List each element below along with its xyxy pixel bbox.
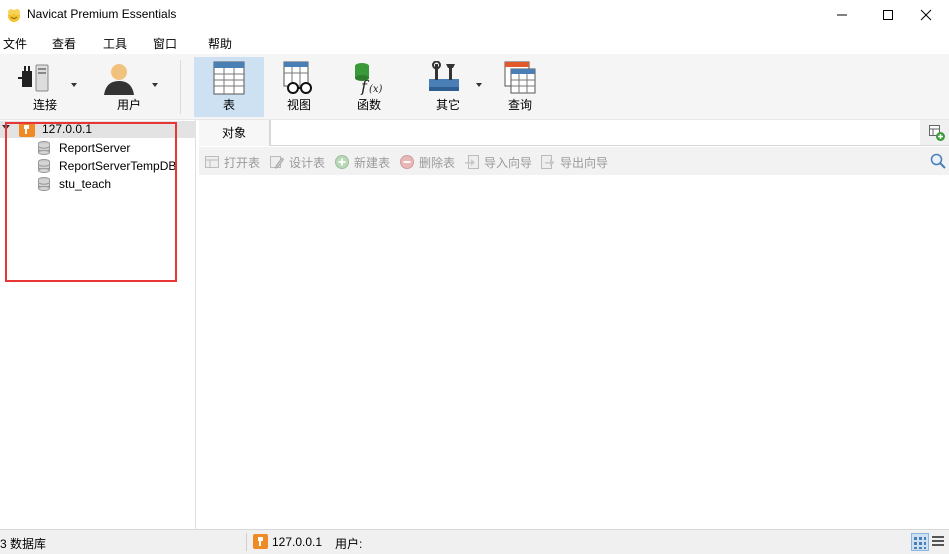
status-connection: 127.0.0.1: [272, 535, 323, 549]
close-icon: [920, 9, 932, 21]
tab-bar: 对象: [199, 120, 949, 146]
database-icon: [38, 141, 50, 155]
close-button[interactable]: [903, 0, 949, 30]
list-view-button[interactable]: [930, 533, 948, 551]
import-icon: [465, 155, 479, 169]
menu-file[interactable]: 文件: [3, 35, 27, 52]
table-label: 表: [222, 98, 235, 112]
database-label: ReportServerTempDB: [59, 159, 177, 173]
new-table-label: 新建表: [354, 156, 391, 170]
connection-label: 127.0.0.1: [42, 122, 93, 136]
tools-icon: [429, 61, 459, 91]
maximize-icon: [883, 10, 893, 20]
menu-bar: 文件 查看 工具 窗口 帮助: [0, 30, 949, 54]
svg-text:(x): (x): [369, 84, 383, 95]
menu-tools[interactable]: 工具: [103, 35, 127, 52]
open-table-button[interactable]: 打开表: [205, 154, 260, 170]
new-tab-icon[interactable]: [929, 125, 945, 141]
database-label: stu_teach: [59, 177, 112, 191]
query-icon: [504, 61, 536, 94]
status-divider: [246, 533, 247, 551]
view-icon: [283, 61, 312, 94]
database-icon: [38, 177, 50, 191]
design-table-label: 设计表: [289, 156, 326, 170]
table-button[interactable]: 表: [194, 57, 264, 117]
plug-icon: [18, 64, 49, 92]
open-table-icon: [205, 156, 219, 168]
user-icon: [104, 64, 134, 95]
import-wizard-label: 导入向导: [484, 156, 533, 170]
grid-view-button[interactable]: [911, 533, 929, 551]
export-icon: [541, 155, 555, 169]
function-icon: f (x): [355, 63, 383, 95]
database-icon: [38, 159, 50, 173]
database-label: ReportServer: [59, 141, 131, 155]
status-bar: 3 数据库 127.0.0.1 用户:: [0, 529, 949, 554]
other-label: 其它: [435, 98, 460, 112]
export-wizard-button[interactable]: 导出向导: [541, 154, 608, 170]
connection-tree: 127.0.0.1 ReportServer ReportServerTempD…: [0, 120, 196, 529]
connection-icon: [253, 534, 268, 549]
navicat-app-icon: [8, 9, 20, 22]
new-table-icon: [335, 155, 349, 169]
user-label: 用户: [116, 98, 141, 112]
tab-strip-empty: [270, 120, 920, 146]
minimize-icon: [837, 14, 847, 16]
user-button[interactable]: 用户: [90, 57, 168, 117]
window-title: Navicat Premium Essentials: [27, 7, 177, 21]
view-button[interactable]: 视图: [268, 57, 330, 117]
menu-help[interactable]: 帮助: [208, 35, 232, 52]
delete-table-button[interactable]: 删除表: [400, 154, 455, 170]
other-button[interactable]: 其它: [412, 57, 484, 117]
new-table-button[interactable]: 新建表: [335, 154, 390, 170]
search-icon[interactable]: [930, 153, 946, 169]
design-table-button[interactable]: 设计表: [270, 154, 325, 170]
menu-window[interactable]: 窗口: [153, 35, 177, 52]
open-table-label: 打开表: [224, 156, 261, 170]
function-label: 函数: [356, 98, 381, 112]
object-toolbar: 打开表 设计表 新建表 删除表 导入向导 导出向导: [199, 147, 949, 175]
connection-icon: [19, 122, 35, 137]
export-wizard-label: 导出向导: [560, 156, 609, 170]
status-user: 用户:: [335, 537, 363, 551]
database-count: 3 数据库: [0, 537, 47, 551]
tree-database-item[interactable]: ReportServerTempDB: [0, 157, 196, 175]
design-table-icon: [270, 156, 284, 169]
view-label: 视图: [286, 98, 311, 112]
title-bar: Navicat Premium Essentials: [0, 0, 949, 30]
minimize-button[interactable]: [819, 0, 865, 30]
query-label: 查询: [507, 98, 532, 112]
function-button[interactable]: f (x) 函数: [338, 57, 400, 117]
tree-database-item[interactable]: ReportServer: [0, 139, 196, 157]
tree-connection-node[interactable]: 127.0.0.1: [0, 121, 196, 138]
connect-label: 连接: [32, 98, 57, 112]
delete-table-icon: [400, 155, 414, 169]
tree-database-item[interactable]: stu_teach: [0, 175, 196, 193]
connect-button[interactable]: 连接: [10, 57, 80, 117]
menu-view[interactable]: 查看: [52, 35, 76, 52]
expand-arrow-icon[interactable]: [2, 125, 10, 130]
main-toolbar: 连接 用户 表 视图 f (x) 函数 其它 查询: [0, 54, 949, 120]
import-wizard-button[interactable]: 导入向导: [465, 154, 532, 170]
object-panel: 对象 打开表 设计表 新建表 删除表 导入向导 导出向导: [199, 120, 949, 529]
query-button[interactable]: 查询: [490, 57, 550, 117]
tab-objects[interactable]: 对象: [199, 120, 270, 146]
grid-view-icon: [914, 537, 926, 549]
delete-table-label: 删除表: [419, 156, 456, 170]
toolbar-separator: [180, 60, 181, 114]
table-icon: [213, 61, 245, 95]
list-view-icon: [932, 536, 944, 546]
tab-objects-label: 对象: [221, 126, 246, 140]
